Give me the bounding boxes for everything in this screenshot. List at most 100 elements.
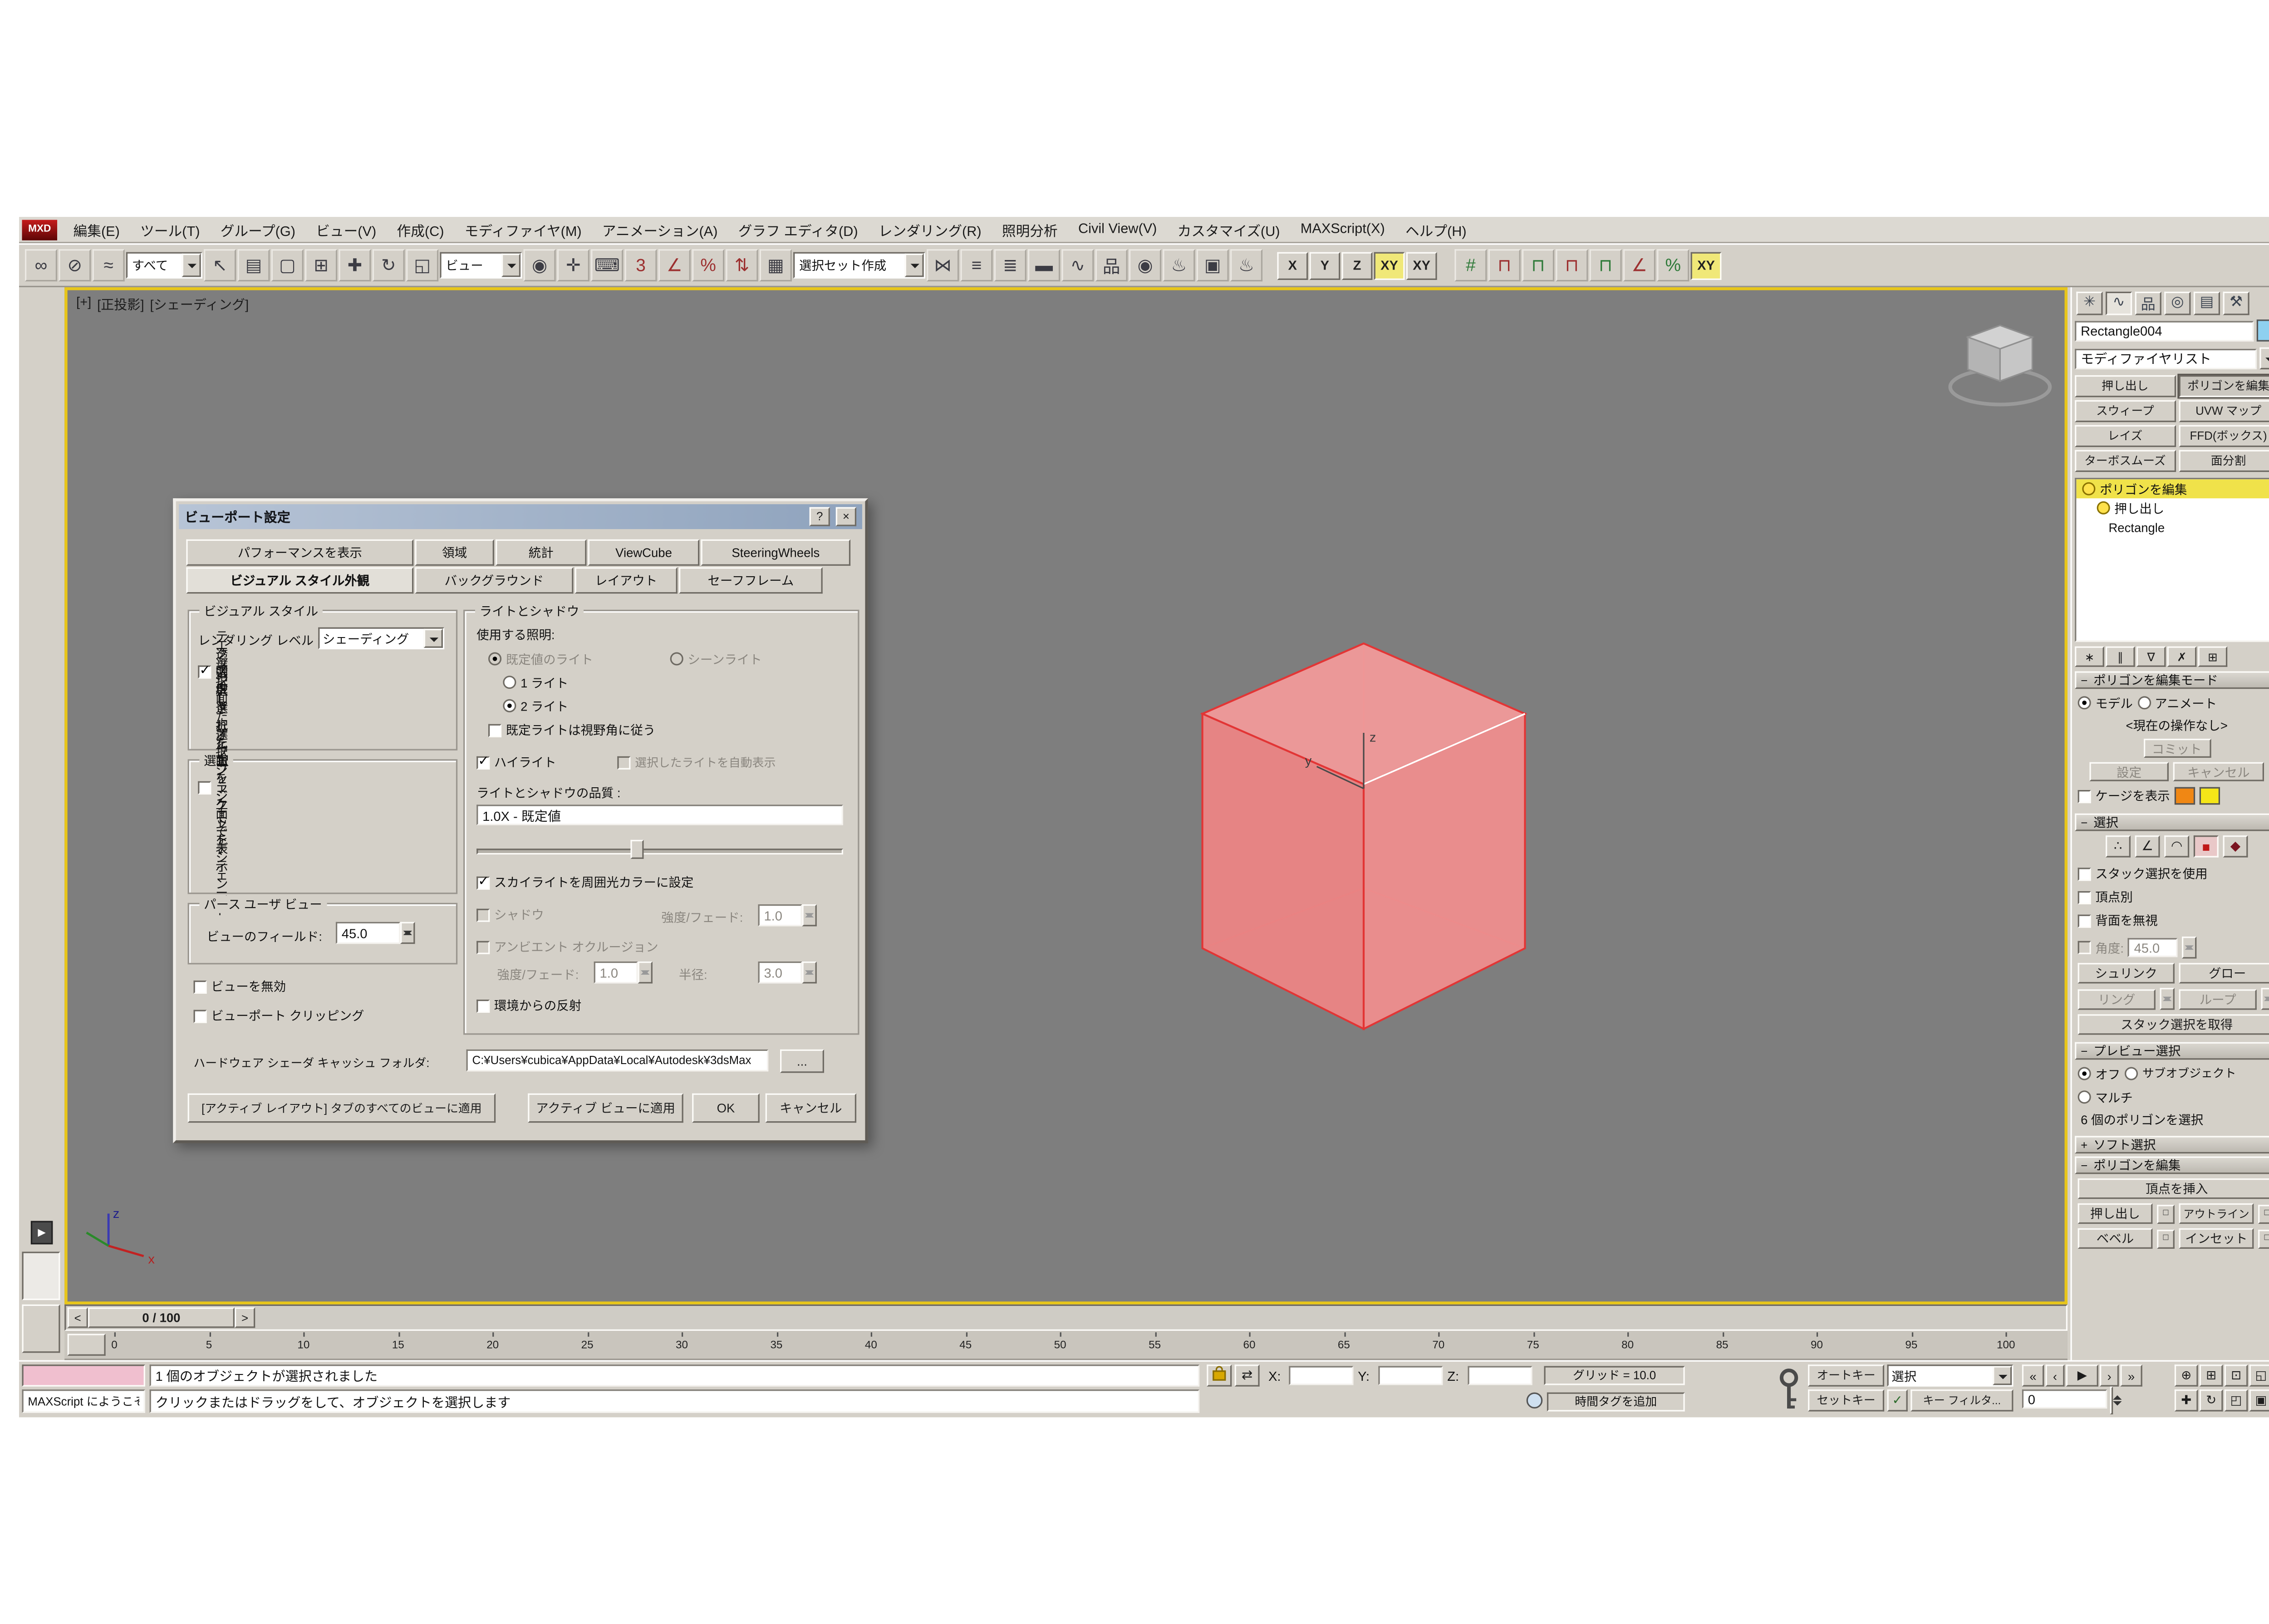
- light-quality-slider[interactable]: [476, 840, 843, 860]
- previous-frame-button[interactable]: <: [68, 1307, 88, 1328]
- menu-item[interactable]: 照明分析: [992, 217, 1068, 242]
- rollout-header[interactable]: ソフト選択: [2075, 1136, 2269, 1153]
- selection-filter-dropdown[interactable]: すべて: [126, 252, 202, 279]
- select-by-name-icon[interactable]: ▤: [237, 249, 270, 281]
- polygon-subobject-icon[interactable]: ■: [2194, 835, 2219, 857]
- snap-toggle-3d-icon[interactable]: 3: [624, 249, 657, 281]
- time-slider-track[interactable]: < 0 / 100 >: [64, 1305, 2068, 1331]
- set-key-mode-button[interactable]: セットキー: [1808, 1389, 1884, 1411]
- use-pivot-center-icon[interactable]: ◉: [524, 249, 556, 281]
- set-key-button[interactable]: [1773, 1366, 1805, 1414]
- cancel-button[interactable]: キャンセル: [766, 1094, 856, 1123]
- checkbox-box[interactable]: [2078, 867, 2091, 880]
- cage-color-swatch[interactable]: [2174, 787, 2195, 805]
- get-stack-selection-button[interactable]: スタック選択を取得: [2078, 1014, 2269, 1035]
- go-to-start-button[interactable]: «: [2022, 1364, 2044, 1386]
- menu-item[interactable]: ビュー(V): [306, 217, 387, 242]
- create-tab[interactable]: ✳: [2076, 291, 2102, 314]
- select-object-icon[interactable]: ↖: [204, 249, 236, 281]
- utilities-tab[interactable]: ⚒: [2223, 291, 2249, 314]
- axis-xy-2-button[interactable]: XY: [1691, 251, 1722, 279]
- use-stack-selection-checkbox[interactable]: スタック選択を使用: [2078, 862, 2269, 885]
- hierarchy-tab[interactable]: 品: [2135, 291, 2161, 314]
- ring-spinner[interactable]: [2160, 988, 2175, 1010]
- vertex-subobject-icon[interactable]: ∴: [2106, 835, 2131, 857]
- go-to-end-button[interactable]: »: [2120, 1364, 2142, 1386]
- checkbox-box[interactable]: [2078, 890, 2091, 903]
- modify-tab[interactable]: ∿: [2106, 291, 2132, 314]
- track-bar[interactable]: 0510152025303540455055606570758085909510…: [64, 1331, 2068, 1360]
- environment-reflection-checkbox[interactable]: 環境からの反射: [476, 995, 581, 1016]
- motion-tab[interactable]: ◎: [2164, 291, 2190, 314]
- menu-item[interactable]: モディファイヤ(M): [454, 217, 592, 242]
- ao-fade-field[interactable]: 1.0: [594, 962, 638, 983]
- modifier-stack-row[interactable]: ポリゴンを編集: [2076, 479, 2269, 498]
- render-production-icon[interactable]: ♨: [1230, 249, 1262, 281]
- modifier-button[interactable]: スウィープ: [2075, 400, 2175, 422]
- named-selection-sets-icon[interactable]: ▦: [760, 249, 792, 281]
- layer-manager-icon[interactable]: ≣: [994, 249, 1026, 281]
- radio-dot[interactable]: [2078, 1090, 2091, 1104]
- current-frame-field[interactable]: 0: [2022, 1389, 2107, 1408]
- x-coordinate-field[interactable]: [1289, 1366, 1353, 1385]
- default-lights-follow-checkbox[interactable]: 既定ライトは視野角に従う: [488, 720, 655, 740]
- next-frame-button[interactable]: ›: [2100, 1364, 2119, 1386]
- spinner-snap-icon[interactable]: ⇅: [726, 249, 758, 281]
- quality-value-field[interactable]: 1.0X - 既定値: [476, 805, 843, 825]
- mirror-icon[interactable]: ⋈: [927, 249, 959, 281]
- radius-field[interactable]: 3.0: [758, 962, 802, 983]
- play-button[interactable]: ▶: [2066, 1364, 2098, 1386]
- orbit-viewport-icon[interactable]: ↻: [2200, 1389, 2223, 1411]
- apply-to-active-view-button[interactable]: アクティブ ビューに適用: [528, 1094, 683, 1123]
- selection-lock-icon[interactable]: [1207, 1364, 1232, 1386]
- bind-to-spacewarp-icon[interactable]: ≈: [93, 249, 125, 281]
- ambient-occlusion-checkbox[interactable]: アンビエント オクルージョン: [476, 937, 658, 957]
- make-unique-icon[interactable]: ∇: [2136, 646, 2166, 667]
- checkbox-box[interactable]: [2078, 789, 2091, 802]
- percent-snap-icon[interactable]: %: [692, 249, 724, 281]
- zoom-region-icon[interactable]: ◱: [2249, 1364, 2269, 1386]
- named-selection-dropdown[interactable]: 選択セット作成: [793, 252, 925, 279]
- preview-off-radio[interactable]: オフ: [2078, 1064, 2121, 1083]
- snap-magnet-edge-icon[interactable]: ⊓: [1556, 249, 1588, 281]
- rollout-header[interactable]: ポリゴンを編集: [2075, 1157, 2269, 1174]
- checkbox-box[interactable]: [2078, 941, 2091, 954]
- insert-vertex-button[interactable]: 頂点を挿入: [2078, 1178, 2269, 1199]
- pin-stack-icon[interactable]: ∗: [2075, 646, 2104, 667]
- highlight-checkbox[interactable]: ハイライト: [476, 752, 556, 772]
- menu-item[interactable]: ツール(T): [130, 217, 211, 242]
- apply-to-all-views-button[interactable]: [アクティブ レイアウト] タブのすべてのビューに適用: [188, 1094, 496, 1123]
- select-and-link-icon[interactable]: ∞: [25, 249, 57, 281]
- menu-item[interactable]: 作成(C): [387, 217, 454, 242]
- close-icon[interactable]: ×: [836, 507, 856, 526]
- expand-trackbar-button[interactable]: ▶: [31, 1221, 53, 1245]
- axis-x-button[interactable]: X: [1277, 251, 1308, 279]
- menu-item[interactable]: カスタマイズ(U): [1167, 217, 1290, 242]
- checkbox-box[interactable]: [488, 723, 501, 736]
- pan-view-icon[interactable]: ✚: [2175, 1389, 2198, 1411]
- axis-y-button[interactable]: Y: [1309, 251, 1340, 279]
- rollout-header[interactable]: ポリゴンを編集モード: [2075, 671, 2269, 689]
- snap-percent-2-icon[interactable]: %: [1657, 249, 1689, 281]
- dialog-tab[interactable]: ViewCube: [588, 540, 700, 566]
- angle-snap-icon[interactable]: ∠: [658, 249, 691, 281]
- macro-recorder-line[interactable]: [22, 1364, 145, 1386]
- rollout-header[interactable]: 選択: [2075, 814, 2269, 831]
- viewport-pov-menu[interactable]: [正投影]: [97, 294, 144, 314]
- checkbox-box[interactable]: [476, 940, 490, 953]
- checkbox-box[interactable]: [2078, 914, 2091, 927]
- align-icon[interactable]: ≡: [960, 249, 992, 281]
- modifier-stack-row[interactable]: Rectangle: [2076, 517, 2269, 536]
- bevel-settings-button[interactable]: □: [2157, 1229, 2175, 1248]
- modifier-button[interactable]: UVW マップ: [2178, 400, 2269, 422]
- checkbox-box[interactable]: [198, 665, 211, 678]
- modifier-button[interactable]: 押し出し: [2075, 375, 2175, 397]
- help-icon[interactable]: ?: [810, 507, 830, 526]
- ao-fade-spinner[interactable]: [638, 962, 653, 983]
- chevron-down-icon[interactable]: [424, 629, 443, 648]
- rendered-frame-icon[interactable]: ▣: [1197, 249, 1229, 281]
- radio-dot[interactable]: [2125, 1067, 2138, 1080]
- modifier-button[interactable]: ターボスムーズ: [2075, 450, 2175, 472]
- checkbox-box[interactable]: [198, 780, 211, 794]
- modifier-list-dropdown[interactable]: モディファイヤリスト: [2075, 348, 2257, 368]
